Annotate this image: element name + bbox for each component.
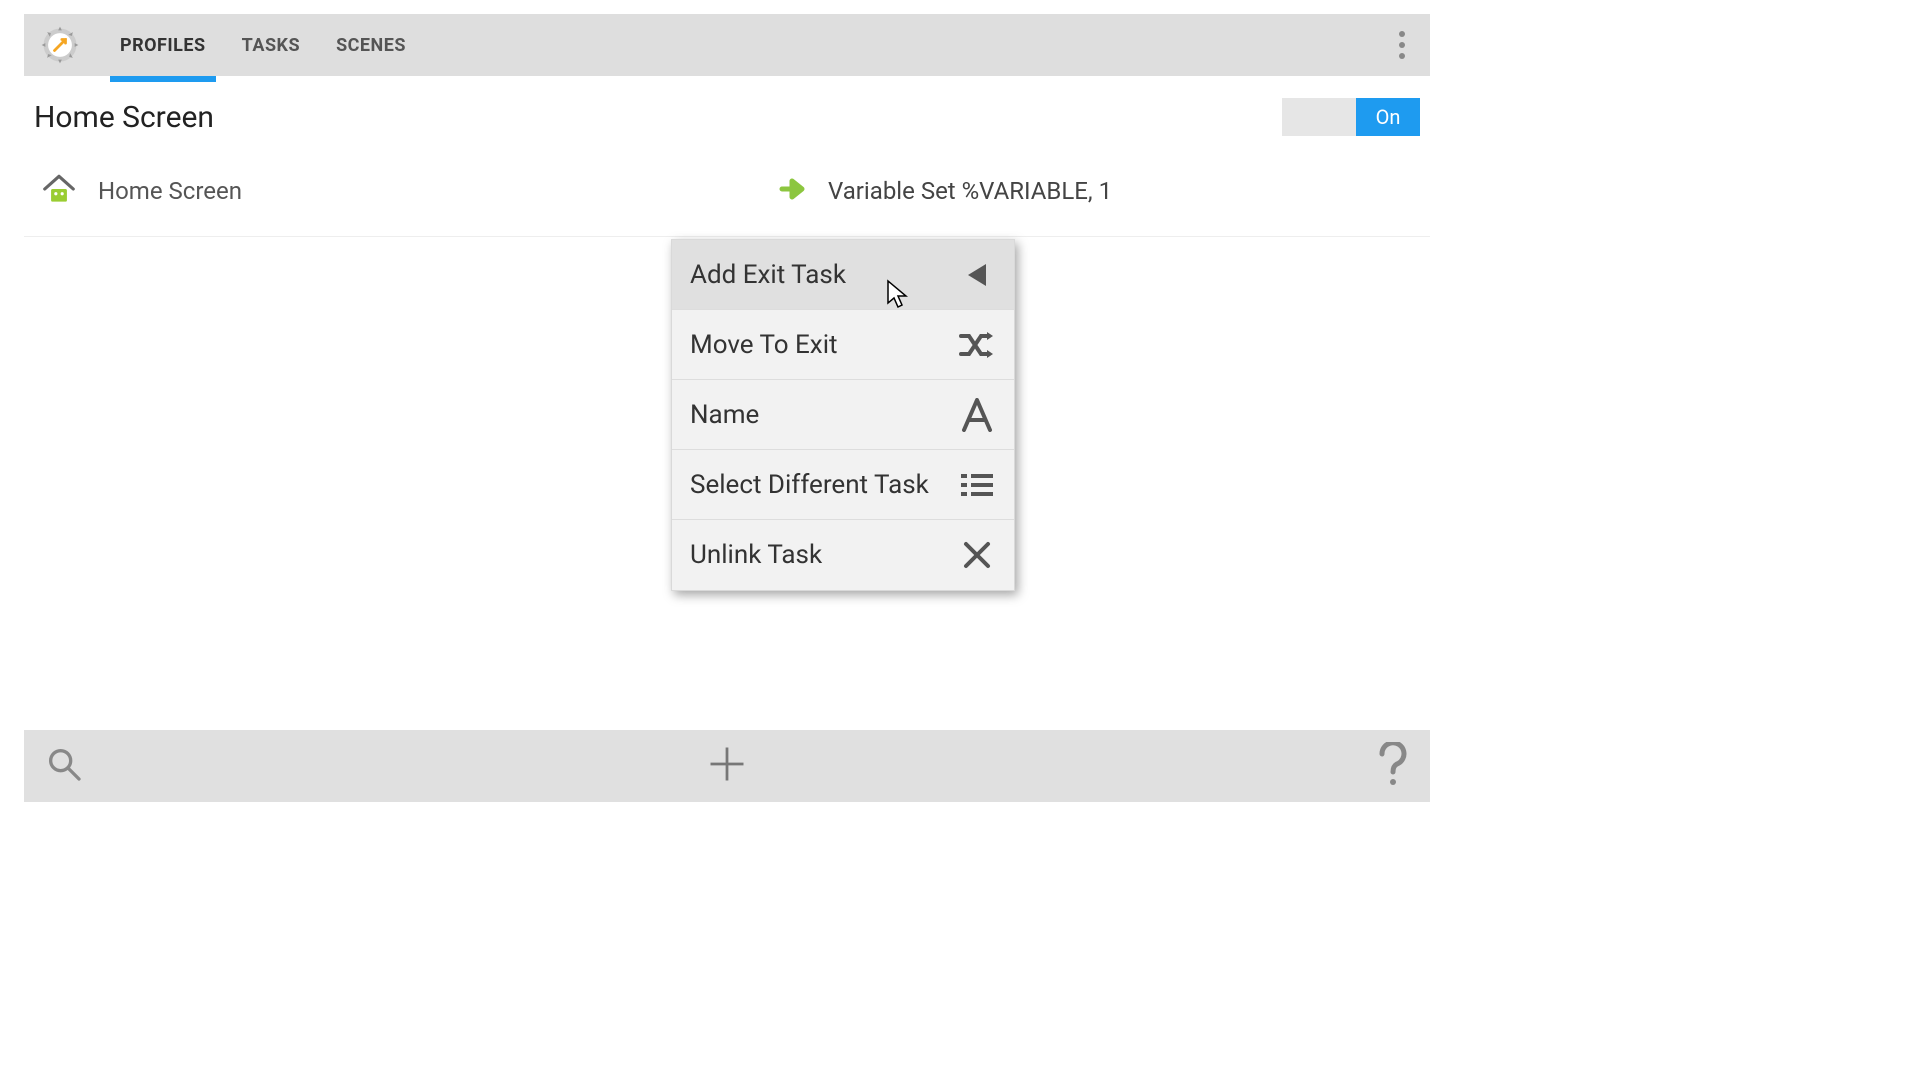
list-icon	[958, 466, 996, 504]
more-vert-icon	[1398, 30, 1406, 60]
title-row: Home Screen On	[24, 76, 1430, 156]
tabs: PROFILES TASKS SCENES	[102, 14, 424, 76]
plus-icon	[705, 742, 749, 786]
menu-item-select-different-task[interactable]: Select Different Task	[672, 450, 1014, 520]
menu-item-add-exit-task[interactable]: Add Exit Task	[672, 240, 1014, 310]
profile-context[interactable]: Home Screen	[40, 170, 682, 212]
search-button[interactable]	[44, 744, 84, 788]
tab-profiles[interactable]: PROFILES	[102, 14, 224, 76]
tab-tasks[interactable]: TASKS	[224, 14, 318, 76]
menu-item-label: Select Different Task	[690, 470, 929, 500]
menu-item-label: Move To Exit	[690, 330, 838, 360]
help-icon	[1376, 742, 1410, 786]
menu-item-name[interactable]: Name	[672, 380, 1014, 450]
menu-item-unlink-task[interactable]: Unlink Task	[672, 520, 1014, 590]
app-logo	[36, 21, 84, 69]
help-button[interactable]	[1376, 742, 1410, 790]
tab-scenes[interactable]: SCENES	[318, 14, 424, 76]
shuffle-icon	[958, 326, 996, 364]
profile-toggle[interactable]: On	[1282, 98, 1420, 136]
close-icon	[958, 536, 996, 574]
menu-item-label: Add Exit Task	[690, 260, 846, 290]
search-icon	[44, 744, 84, 784]
toggle-label: On	[1376, 105, 1401, 129]
menu-item-move-to-exit[interactable]: Move To Exit	[672, 310, 1014, 380]
profile-enter-task[interactable]: Variable Set %VARIABLE, 1	[682, 173, 1420, 209]
toggle-on-knob: On	[1356, 98, 1420, 136]
menu-item-label: Unlink Task	[690, 540, 822, 570]
letter-a-icon	[958, 396, 996, 434]
overflow-menu-button[interactable]	[1374, 14, 1430, 76]
task-context-menu: Add Exit Task Move To Exit Name	[671, 239, 1015, 591]
arrow-right-icon	[778, 173, 810, 209]
page-title: Home Screen	[34, 100, 214, 135]
triangle-left-icon	[958, 256, 996, 294]
menu-item-label: Name	[690, 400, 759, 430]
app-frame: PROFILES TASKS SCENES Home Screen On	[24, 14, 1430, 802]
profile-row[interactable]: Home Screen Variable Set %VARIABLE, 1	[24, 156, 1430, 237]
tab-label: PROFILES	[120, 35, 206, 56]
tab-label: SCENES	[336, 35, 406, 56]
bottom-bar	[24, 730, 1430, 802]
tab-label: TASKS	[242, 35, 300, 56]
add-button[interactable]	[705, 742, 749, 790]
enter-task-label: Variable Set %VARIABLE, 1	[828, 177, 1112, 205]
profile-context-label: Home Screen	[98, 177, 242, 205]
home-icon	[40, 170, 78, 212]
tasker-logo-icon	[38, 23, 82, 67]
header-bar: PROFILES TASKS SCENES	[24, 14, 1430, 76]
